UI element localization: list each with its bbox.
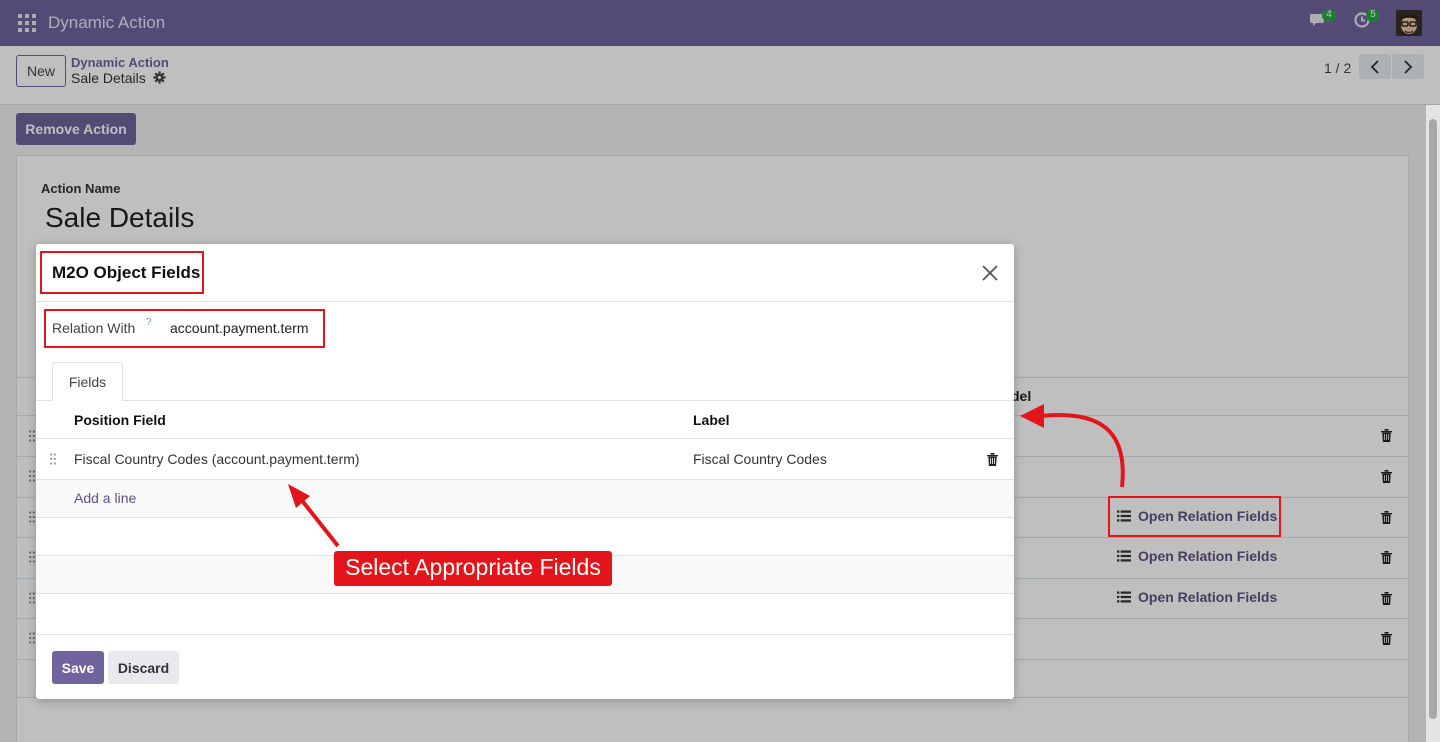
tab-fields[interactable]: Fields — [52, 362, 123, 401]
scrollbar-thumb[interactable] — [1429, 119, 1437, 719]
close-icon — [982, 265, 998, 281]
table-row[interactable]: Fiscal Country Codes (account.payment.te… — [36, 439, 1014, 480]
column-header-label[interactable]: Label — [693, 412, 730, 428]
dialog-header: M2O Object Fields — [36, 244, 1014, 302]
page-scrollbar[interactable] — [1426, 105, 1440, 742]
relation-with-label: Relation With — [52, 320, 136, 336]
help-tooltip-icon[interactable]: ? — [146, 317, 152, 328]
dialog-footer: Save Discard — [36, 634, 1014, 699]
fields-table-header: Position Field Label — [36, 401, 1014, 439]
close-button[interactable] — [981, 264, 999, 282]
save-button[interactable]: Save — [52, 651, 104, 684]
trash-icon[interactable] — [987, 453, 998, 466]
add-line-row: Add a line — [36, 480, 1014, 518]
discard-button[interactable]: Discard — [108, 651, 179, 684]
m2o-object-fields-dialog: M2O Object Fields Relation With ? accoun… — [36, 244, 1014, 699]
column-header-position-field[interactable]: Position Field — [74, 412, 166, 428]
dialog-title: M2O Object Fields — [52, 263, 201, 282]
label-cell[interactable]: Fiscal Country Codes — [693, 451, 827, 467]
drag-handle-icon[interactable] — [50, 453, 56, 465]
add-a-line-link[interactable]: Add a line — [74, 490, 136, 506]
relation-with-value: account.payment.term — [170, 320, 309, 336]
position-field-cell[interactable]: Fiscal Country Codes (account.payment.te… — [74, 451, 360, 467]
annotation-callout: Select Appropriate Fields — [334, 551, 612, 586]
